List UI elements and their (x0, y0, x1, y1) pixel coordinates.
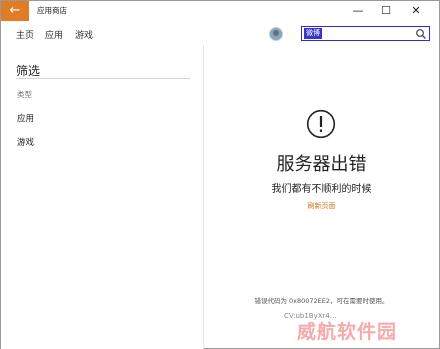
filter-item-apps[interactable]: 应用 (17, 112, 34, 124)
filter-divider (16, 78, 190, 79)
category-label: 类型 (17, 90, 32, 99)
error-icon (306, 109, 336, 139)
refresh-link[interactable]: 刷新页面 (204, 201, 439, 211)
close-button[interactable]: ✕ (405, 1, 427, 21)
filter-title: 筛选 (16, 64, 41, 78)
store-window: ← 应用商店 — ☐ ✕ 主页 应用 游戏 微博 筛选 类型 应用 游戏 服务器… (0, 0, 440, 349)
title-bar: ← 应用商店 — ☐ ✕ (1, 1, 439, 21)
search-icon[interactable] (415, 28, 427, 40)
error-title: 服务器出错 (276, 154, 367, 175)
maximize-button[interactable]: ☐ (375, 1, 397, 21)
filter-item-games[interactable]: 游戏 (17, 136, 34, 148)
search-input[interactable]: 微博 (301, 26, 430, 41)
app-title: 应用商店 (37, 6, 67, 15)
nav-games[interactable]: 游戏 (75, 28, 93, 41)
nav-apps[interactable]: 应用 (45, 28, 63, 41)
minimize-button[interactable]: — (347, 1, 369, 21)
error-code-text: 错误代码为 0x80072EE2，可在需要时使用。 (254, 297, 389, 305)
search-query: 微博 (304, 28, 322, 39)
back-button[interactable]: ← (1, 1, 29, 21)
user-avatar[interactable] (269, 27, 283, 41)
error-subtitle: 我们都有不顺利的时候 (271, 184, 372, 195)
back-arrow-icon: ← (9, 3, 21, 18)
watermark: 威航软件园 (297, 321, 398, 343)
nav-home[interactable]: 主页 (16, 28, 34, 41)
